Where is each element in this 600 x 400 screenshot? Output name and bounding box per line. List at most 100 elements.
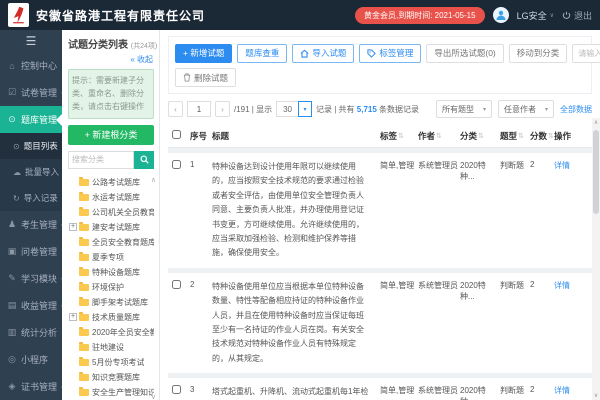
new-root-category-button[interactable]: + 新建根分类 — [68, 124, 154, 145]
list-icon: ⊙ — [13, 141, 20, 151]
prev-page-button[interactable]: ‹ — [168, 101, 183, 117]
select-all-checkbox[interactable] — [172, 130, 181, 139]
scrollbar-thumb[interactable] — [593, 130, 599, 214]
folder-icon — [79, 221, 89, 231]
export-selected-button[interactable]: 导出所选试题(0) — [426, 43, 504, 63]
folder-icon — [79, 236, 89, 246]
records-prefix: 记录 | 共有 — [316, 104, 355, 114]
cell-title: 塔式起重机、升降机、流动式起重机每1年检测1次；桥式起重机、门式起重机、门座式起… — [212, 387, 369, 397]
sidebar-item-question-bank[interactable]: ⊙ 题库管理 ∨ — [0, 106, 62, 133]
header-title: 标题 — [212, 130, 230, 141]
sidebar-item-control-center[interactable]: ⌂ 控制中心 — [0, 52, 62, 79]
row-checkbox[interactable] — [172, 279, 181, 289]
submenu-item-question-list[interactable]: ⊙ 题目列表 — [0, 133, 62, 159]
tree-item[interactable]: 2020年全员安全教育 — [79, 325, 154, 340]
tree-item[interactable]: 知识竞赛题库 — [79, 370, 154, 385]
tree-item[interactable]: 驻地建设 — [79, 340, 154, 355]
sidebar-item-learning-module[interactable]: ✎ 学习模块 ‹ — [0, 265, 62, 292]
tree-item[interactable]: + 技术质量题库 — [69, 310, 154, 325]
row-checkbox[interactable] — [172, 385, 181, 395]
author-filter[interactable]: 任意作者 ▾ — [498, 100, 554, 118]
tree-item[interactable]: 公路考试题库 — [79, 175, 154, 190]
header-category[interactable]: 分类 ⇅ — [460, 130, 500, 142]
delete-questions-button[interactable]: 删除试题 — [175, 68, 237, 87]
sidebar-item-mini-program[interactable]: ◎ 小程序 — [0, 346, 62, 373]
next-page-button[interactable]: › — [215, 101, 230, 117]
header-score[interactable]: 分数 ⇅ — [530, 130, 554, 142]
cell-seq: 1 — [190, 160, 195, 169]
move-to-category-button[interactable]: 移动到分类 — [508, 43, 568, 63]
detail-link[interactable]: 详情 — [554, 280, 582, 291]
tree-item[interactable]: 脚手架考试题库 — [79, 295, 154, 310]
tree-scroll-down-icon[interactable]: ∨ — [151, 393, 156, 400]
question-bank-submenu: ⊙ 题目列表 ☁ 批量导入 ↻ 导入记录 — [0, 133, 62, 211]
page-size-select[interactable]: 30 ▾ — [276, 101, 312, 117]
sidebar-item-questionnaire[interactable]: ▣ 问卷管理 — [0, 238, 62, 265]
question-type-filter[interactable]: 所有题型 ▾ — [436, 100, 492, 118]
table-row: 2 特种设备使用单位应当根据本单位特种设备数量、特性等配备相应持证的特种设备作业… — [168, 272, 592, 374]
table-row: 1 特种设备达到设计使用年限可以继续使用的，应当按照安全技术规范的要求通过检验或… — [168, 153, 592, 268]
question-search-input[interactable] — [572, 44, 600, 63]
pages-text: /191 | 显示 — [234, 104, 273, 114]
category-search-button[interactable] — [134, 150, 154, 169]
collapse-panel-link[interactable]: « 收起 — [68, 54, 153, 65]
revenue-icon: ▤ — [7, 300, 17, 310]
submenu-item-label: 题目列表 — [23, 141, 58, 151]
detail-link[interactable]: 详情 — [554, 160, 582, 171]
tree-item[interactable]: 公司机关全员教育 — [79, 205, 154, 220]
header-author[interactable]: 作者 ⇅ — [418, 130, 460, 142]
sidebar-item-label: 题库管理 — [21, 115, 58, 125]
hamburger-icon[interactable]: ☰ — [0, 30, 62, 52]
sidebar-item-candidate-management[interactable]: ♟ 考生管理 ‹ — [0, 211, 62, 238]
expand-icon[interactable]: + — [69, 222, 77, 231]
chevron-down-icon: ∨ — [549, 12, 554, 19]
tree-item[interactable]: 环境保护 — [79, 280, 154, 295]
scroll-up-icon[interactable]: ∧ — [592, 119, 600, 126]
page-number-input[interactable] — [187, 101, 211, 117]
tree-item[interactable]: 夏季专项 — [79, 250, 154, 265]
logout-button[interactable]: 退出 — [562, 9, 592, 22]
submenu-item-batch-import[interactable]: ☁ 批量导入 — [0, 159, 62, 185]
header-tags[interactable]: 标签 ⇅ — [380, 130, 418, 142]
scroll-down-icon[interactable]: ∨ — [592, 392, 600, 399]
user-name: LG安全 — [516, 10, 547, 21]
caret-down-icon: ▾ — [482, 106, 486, 113]
tree-item[interactable]: + 建安考试题库 — [69, 220, 154, 235]
category-search-input[interactable] — [68, 150, 134, 169]
detail-link[interactable]: 详情 — [554, 385, 582, 396]
sidebar-item-revenue-management[interactable]: ▤ 收益管理 ‹ — [0, 292, 62, 319]
tag-icon — [367, 48, 377, 58]
sidebar-item-certificate-management[interactable]: ◈ 证书管理 ‹ — [0, 373, 62, 400]
submenu-item-import-records[interactable]: ↻ 导入记录 — [0, 185, 62, 211]
add-question-button[interactable]: + 新增试题 — [175, 43, 233, 63]
tree-item[interactable]: 安全生产管理知识 — [79, 385, 154, 400]
expand-icon[interactable]: + — [69, 312, 77, 321]
sidebar-item-exam-management[interactable]: ☑ 试卷管理 ‹ — [0, 79, 62, 106]
duplicate-check-button[interactable]: 题库查重 — [237, 43, 288, 63]
header-type[interactable]: 题型 ⇅ — [500, 130, 530, 142]
user-avatar[interactable] — [492, 7, 509, 23]
folder-icon — [79, 386, 89, 396]
all-data-link[interactable]: 全部数据 — [560, 104, 592, 115]
cell-tags: 简单,管理 — [380, 280, 415, 290]
category-panel: 试题分类列表 (共24项) « 收起 提示：需要新建子分类、重命名、删除分类，请… — [62, 30, 160, 400]
tree-item[interactable]: 全员安全教育题库 — [79, 235, 154, 250]
sidebar-item-statistics[interactable]: ▥ 统计分析 — [0, 319, 62, 346]
vertical-scrollbar[interactable]: ∧ ∨ — [592, 118, 600, 400]
sort-icon: ⇅ — [478, 132, 484, 140]
tag-management-button[interactable]: 标签管理 — [359, 43, 422, 63]
bar-chart-icon: ▥ — [7, 327, 17, 337]
cell-category: 2020特种... — [460, 280, 486, 301]
import-questions-button[interactable]: 导入试题 — [292, 43, 355, 63]
user-menu[interactable]: LG安全 ∨ — [517, 9, 554, 22]
row-checkbox[interactable] — [172, 160, 181, 169]
sidebar-item-label: 小程序 — [21, 355, 49, 365]
caret-down-icon: ▾ — [544, 106, 548, 113]
tree-item[interactable]: 水运考试题库 — [79, 190, 154, 205]
sidebar-item-label: 考生管理 — [21, 220, 58, 230]
folder-icon — [79, 176, 89, 186]
table-header: 序号 标题 标签 ⇅ 作者 ⇅ 分类 ⇅ 题型 ⇅ 分数 ⇅ 操作 — [168, 124, 592, 148]
cloud-upload-icon: ☁ — [13, 167, 21, 177]
tree-item[interactable]: 5月份专项考试 — [79, 355, 154, 370]
tree-item[interactable]: 特种设备题库 — [79, 265, 154, 280]
